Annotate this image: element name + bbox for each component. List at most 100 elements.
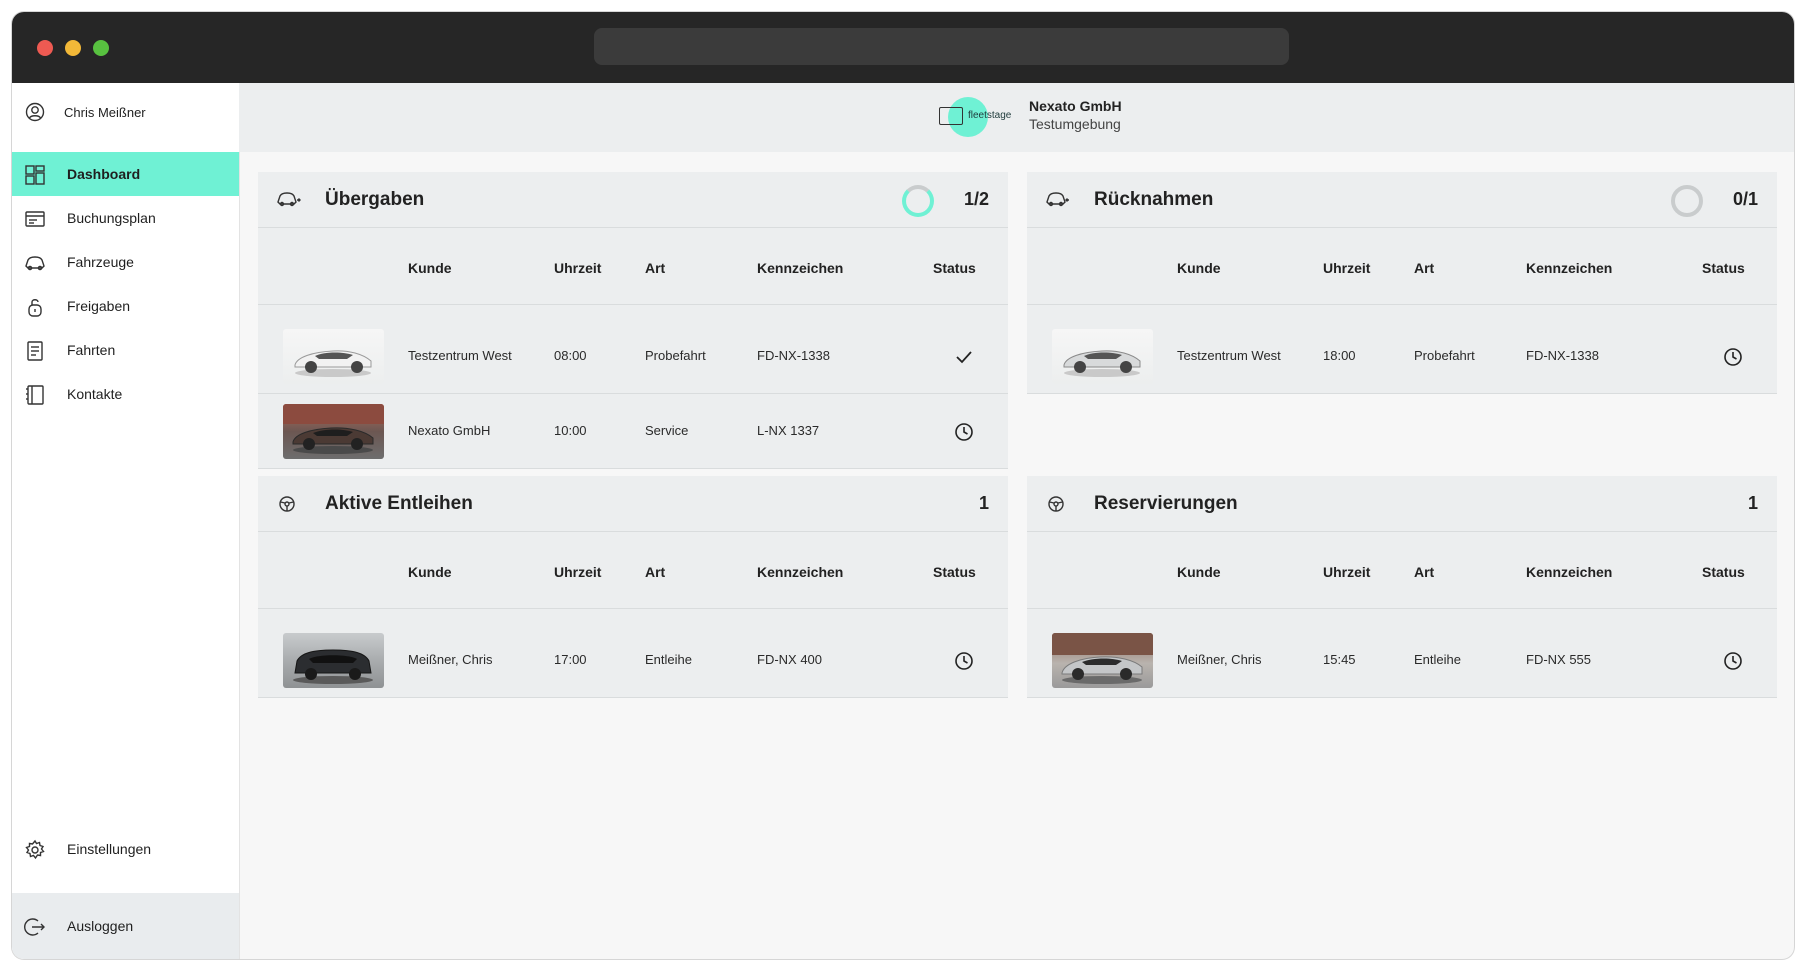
column-uhrzeit: Uhrzeit xyxy=(1323,564,1371,580)
sidebar-item-label: Buchungsplan xyxy=(67,210,156,226)
sidebar-item-buchungsplan[interactable]: Buchungsplan xyxy=(12,196,239,240)
column-uhrzeit: Uhrzeit xyxy=(1323,260,1371,276)
close-window-button[interactable] xyxy=(37,40,53,56)
table-row[interactable]: Meißner, Chris 15:45 Entleihe FD-NX 555 xyxy=(1027,623,1777,698)
company-name: Nexato GmbH xyxy=(1029,98,1122,114)
sidebar-item-label: Kontakte xyxy=(67,386,123,402)
panel-title: Aktive Entleihen xyxy=(325,493,473,514)
lock-icon xyxy=(24,296,46,318)
column-status: Status xyxy=(933,564,976,580)
cell-kennzeichen: FD-NX-1338 xyxy=(757,348,830,363)
table-row[interactable]: Nexato GmbH 10:00 Service L-NX 1337 xyxy=(258,394,1008,469)
car-return-icon xyxy=(1045,188,1071,210)
column-kunde: Kunde xyxy=(408,260,452,276)
logo-text: fleetstage xyxy=(968,110,1012,121)
column-status: Status xyxy=(1702,564,1745,580)
column-kennzeichen: Kennzeichen xyxy=(757,260,844,276)
cell-art: Entleihe xyxy=(1414,652,1461,667)
dashboard-icon xyxy=(24,164,46,186)
logo-screen-shape xyxy=(939,107,963,125)
panel-count: 1/2 xyxy=(963,189,989,209)
column-art: Art xyxy=(1414,564,1435,580)
table-row[interactable]: Testzentrum West 18:00 Probefahrt FD-NX-… xyxy=(1027,319,1777,394)
clock-icon xyxy=(1722,346,1744,368)
cell-kunde: Meißner, Chris xyxy=(408,652,493,667)
panel-header: Rücknahmen 0/1 xyxy=(1027,172,1777,228)
cell-art: Probefahrt xyxy=(645,348,706,363)
column-uhrzeit: Uhrzeit xyxy=(554,564,602,580)
column-kunde: Kunde xyxy=(1177,260,1221,276)
cell-art: Entleihe xyxy=(645,652,692,667)
panel-header: Übergaben 1/2 xyxy=(258,172,1008,228)
logout-area: Ausloggen xyxy=(12,893,239,959)
sidebar-item-label: Dashboard xyxy=(67,166,141,182)
cell-art: Probefahrt xyxy=(1414,348,1475,363)
minimize-window-button[interactable] xyxy=(65,40,81,56)
sidebar-item-dashboard[interactable]: Dashboard xyxy=(12,152,239,196)
sidebar-item-label: Fahrzeuge xyxy=(67,254,134,270)
cell-kennzeichen: FD-NX 400 xyxy=(757,652,823,667)
clock-icon xyxy=(1722,650,1744,672)
cell-kunde: Testzentrum West xyxy=(408,348,512,363)
steering-wheel-icon xyxy=(276,492,302,514)
table-header: Kunde Uhrzeit Art Kennzeichen Status xyxy=(1027,231,1777,305)
column-uhrzeit: Uhrzeit xyxy=(554,260,602,276)
check-icon xyxy=(953,346,975,368)
steering-wheel-icon xyxy=(1045,492,1071,514)
sidebar-item-label: Fahrten xyxy=(67,342,116,358)
column-kennzeichen: Kennzeichen xyxy=(1526,260,1613,276)
cell-kennzeichen: L-NX 1337 xyxy=(757,423,820,438)
cell-kunde: Meißner, Chris xyxy=(1177,652,1262,667)
app-window: Chris Meißner Dashboard Buchungsplan Fah… xyxy=(12,12,1794,959)
table-header: Kunde Uhrzeit Art Kennzeichen Status xyxy=(258,231,1008,305)
panel-title: Reservierungen xyxy=(1094,493,1238,514)
table-row[interactable]: Meißner, Chris 17:00 Entleihe FD-NX 400 xyxy=(258,623,1008,698)
sidebar-item-freigaben[interactable]: Freigaben xyxy=(12,284,239,328)
sidebar-item-label: Freigaben xyxy=(67,298,131,314)
panel-title: Rücknahmen xyxy=(1094,189,1214,210)
column-status: Status xyxy=(933,260,976,276)
sidebar-item-fahrzeuge[interactable]: Fahrzeuge xyxy=(12,240,239,284)
table-header: Kunde Uhrzeit Art Kennzeichen Status xyxy=(1027,535,1777,609)
user-profile[interactable]: Chris Meißner xyxy=(12,83,239,147)
column-kennzeichen: Kennzeichen xyxy=(757,564,844,580)
user-name: Chris Meißner xyxy=(64,105,146,120)
panel-ruecknahmen: Rücknahmen 0/1 Kunde Uhrzeit Art Kennzei… xyxy=(1027,172,1777,394)
cell-kennzeichen: FD-NX-1338 xyxy=(1526,348,1599,363)
progress-ring xyxy=(1671,185,1703,217)
panel-count: 1 xyxy=(978,493,989,513)
fleetstage-logo[interactable]: fleetstage xyxy=(939,95,1023,139)
column-kunde: Kunde xyxy=(408,564,452,580)
sidebar-item-kontakte[interactable]: Kontakte xyxy=(12,372,239,416)
column-status: Status xyxy=(1702,260,1745,276)
gear-icon xyxy=(24,839,46,861)
maximize-window-button[interactable] xyxy=(93,40,109,56)
column-art: Art xyxy=(645,564,666,580)
cell-uhrzeit: 08:00 xyxy=(554,348,587,363)
cell-kunde: Testzentrum West xyxy=(1177,348,1281,363)
cell-uhrzeit: 10:00 xyxy=(554,423,587,438)
address-bar[interactable] xyxy=(594,28,1289,65)
column-kunde: Kunde xyxy=(1177,564,1221,580)
car-icon xyxy=(24,252,46,274)
car-thumbnail xyxy=(283,633,384,688)
calendar-list-icon xyxy=(24,208,46,230)
top-header: fleetstage Nexato GmbH Testumgebung xyxy=(239,83,1794,152)
logout-button[interactable]: Ausloggen xyxy=(12,904,239,948)
car-thumbnail xyxy=(283,329,384,384)
table-row[interactable]: Testzentrum West 08:00 Probefahrt FD-NX-… xyxy=(258,319,1008,394)
table-header: Kunde Uhrzeit Art Kennzeichen Status xyxy=(258,535,1008,609)
environment-name: Testumgebung xyxy=(1029,116,1121,132)
sidebar: Chris Meißner Dashboard Buchungsplan Fah… xyxy=(12,83,240,959)
column-kennzeichen: Kennzeichen xyxy=(1526,564,1613,580)
car-thumbnail xyxy=(1052,633,1153,688)
sidebar-item-fahrten[interactable]: Fahrten xyxy=(12,328,239,372)
sidebar-item-einstellungen[interactable]: Einstellungen xyxy=(12,827,239,871)
title-bar xyxy=(12,12,1794,83)
car-thumbnail xyxy=(283,404,384,459)
cell-uhrzeit: 17:00 xyxy=(554,652,587,667)
cell-kennzeichen: FD-NX 555 xyxy=(1526,652,1592,667)
column-art: Art xyxy=(645,260,666,276)
panel-count: 0/1 xyxy=(1732,189,1758,209)
progress-ring xyxy=(902,185,934,217)
